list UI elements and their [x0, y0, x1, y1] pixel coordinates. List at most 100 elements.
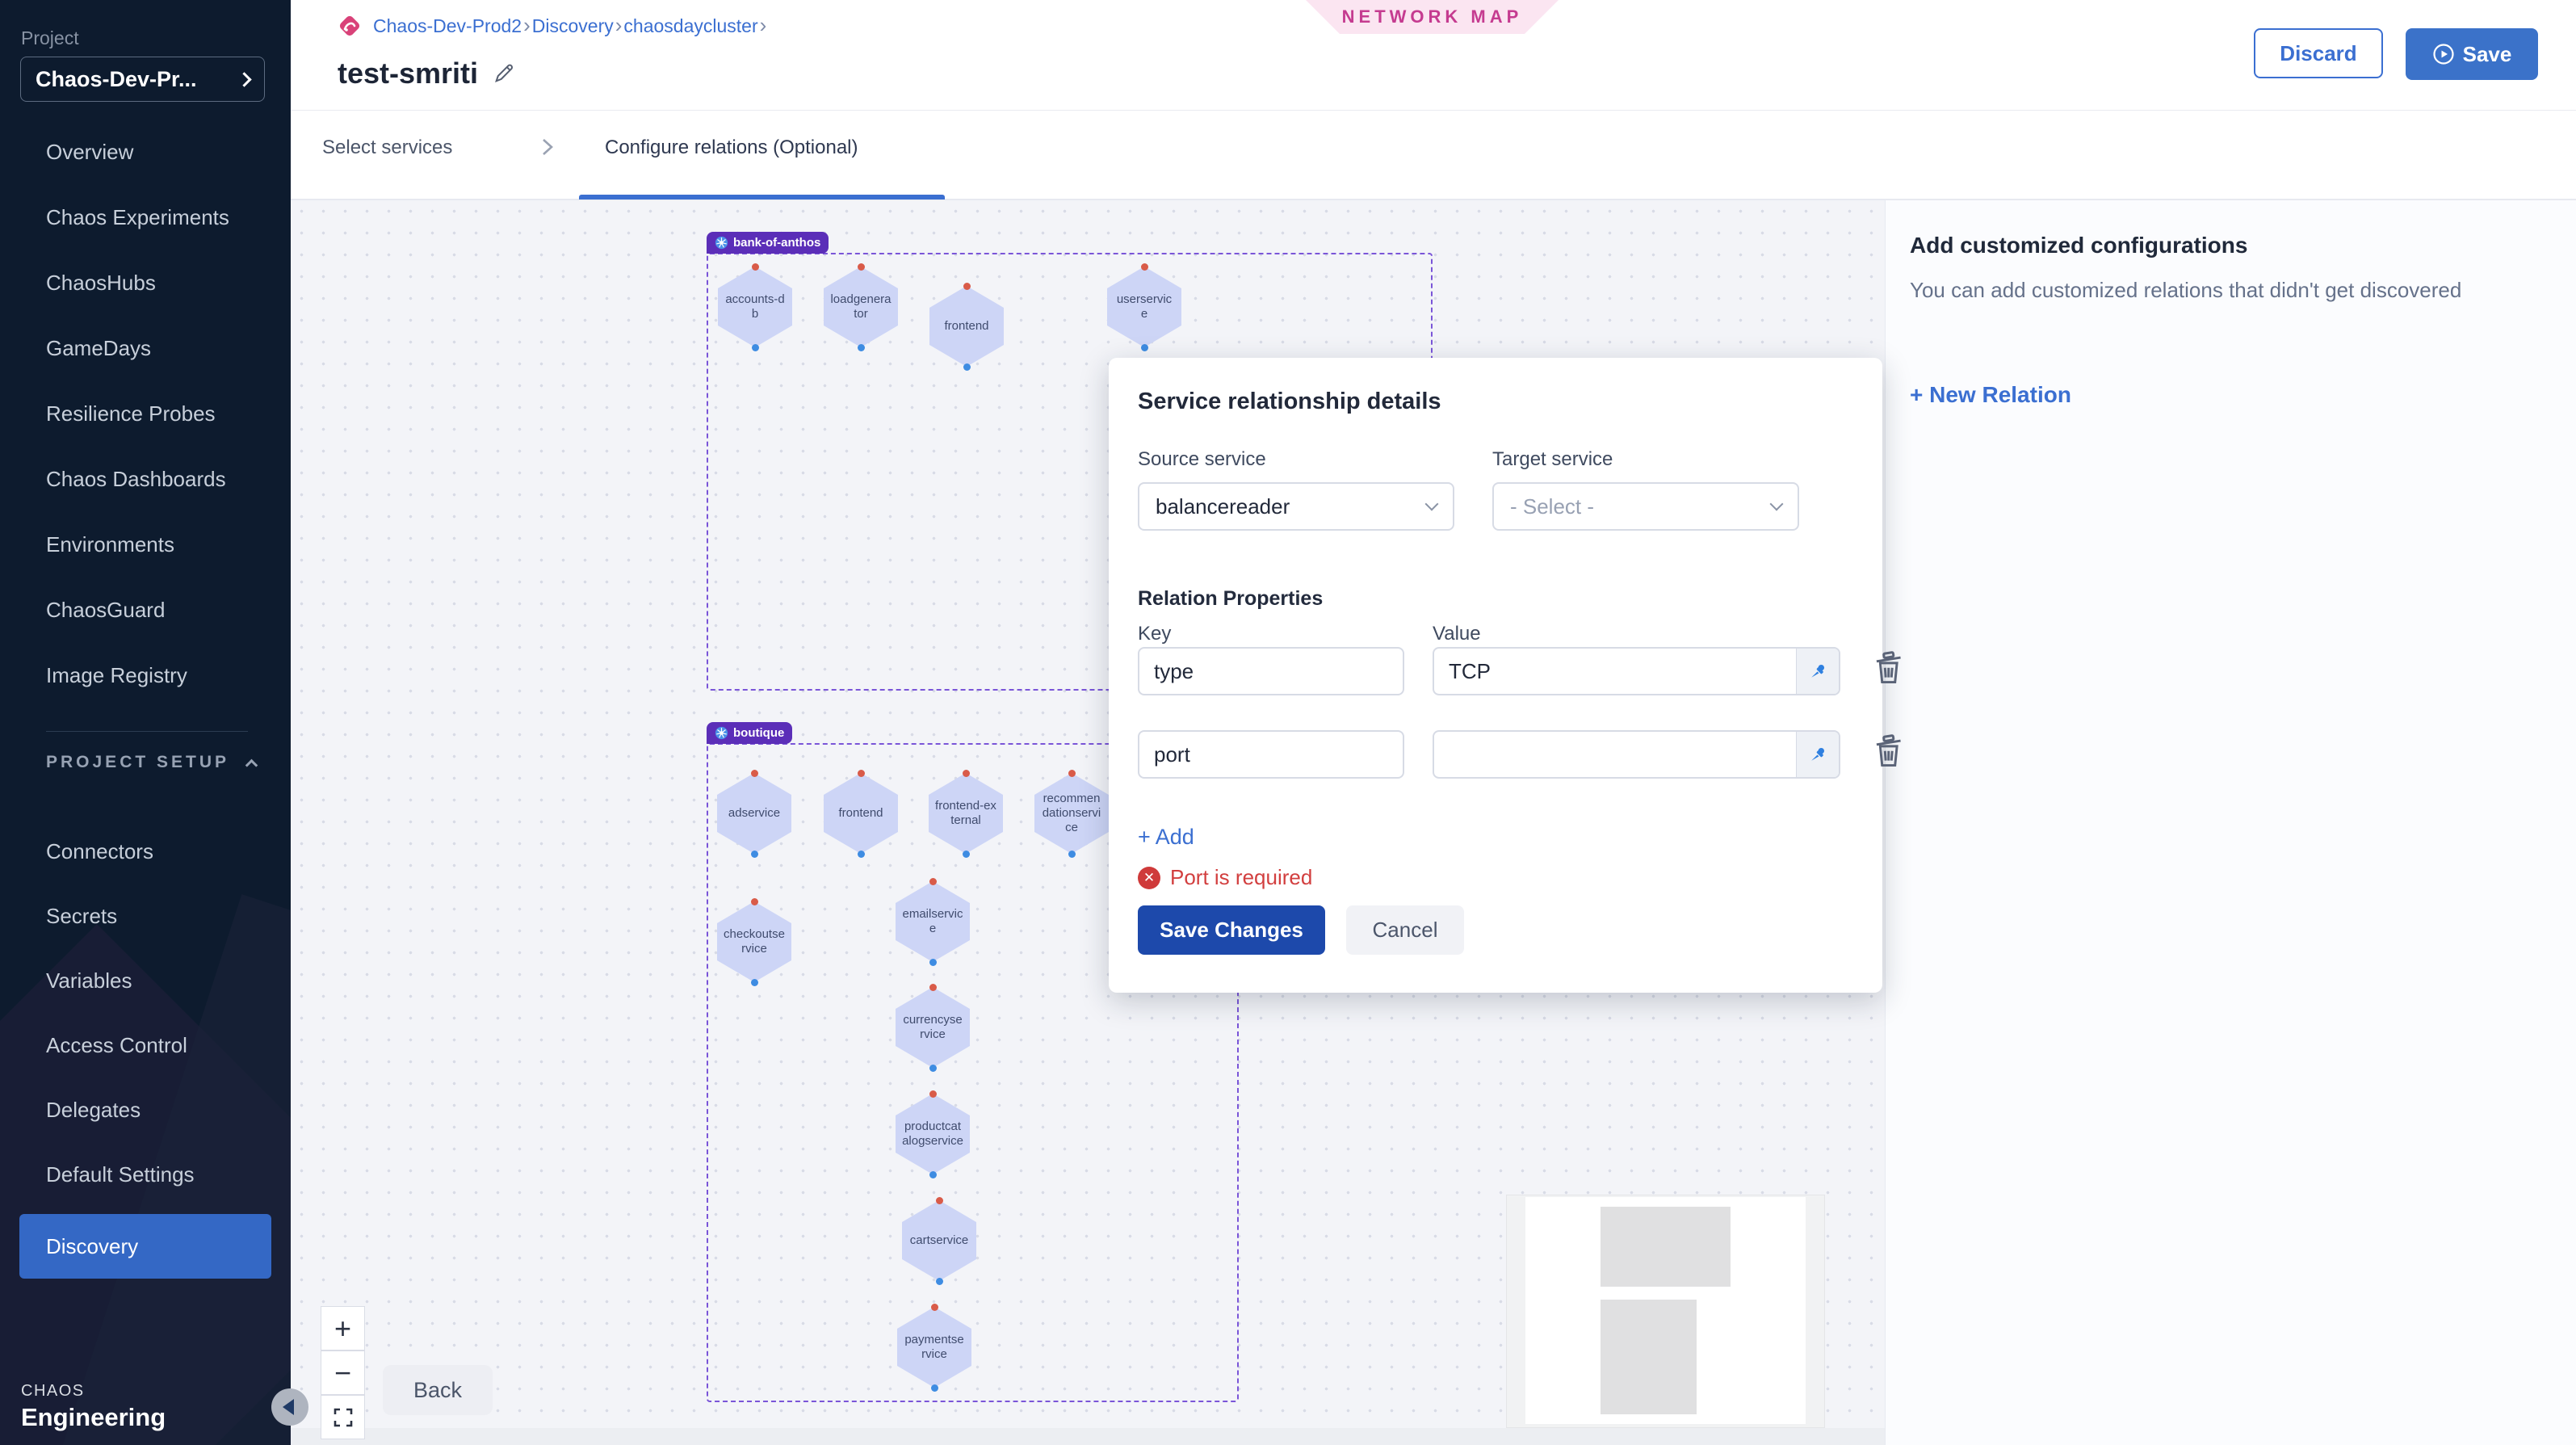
pin-value-button[interactable] [1796, 732, 1839, 777]
zoom-out-button[interactable]: − [321, 1350, 365, 1395]
property-key-input[interactable] [1138, 730, 1404, 779]
minimap[interactable] [1506, 1195, 1825, 1428]
error-text: Port is required [1170, 865, 1312, 890]
panel-subtitle: You can add customized relations that di… [1910, 278, 2552, 303]
sidebar-item-environments[interactable]: Environments [0, 512, 291, 578]
input-port-dot [751, 770, 758, 777]
validation-error: ✕ Port is required [1138, 865, 1312, 890]
sidebar-item-access-control[interactable]: Access Control [0, 1013, 291, 1077]
pin-value-button[interactable] [1796, 649, 1839, 694]
cluster-badge-boutique[interactable]: boutique [707, 722, 792, 744]
project-selector[interactable]: Chaos-Dev-Pr... [20, 57, 265, 102]
add-property-button[interactable]: + Add [1138, 825, 1194, 850]
project-label: Project [21, 27, 79, 49]
chevron-down-icon [1425, 498, 1439, 511]
input-port-dot [858, 770, 865, 777]
chevron-down-icon [1770, 498, 1784, 511]
input-port-dot [929, 878, 937, 885]
service-node-label: frontend-external [935, 799, 996, 827]
chevron-right-icon [237, 72, 251, 86]
zoom-in-button[interactable]: + [321, 1306, 365, 1350]
project-setup-label: PROJECT SETUP [46, 753, 229, 772]
cluster-badge-bank-of-anthos[interactable]: bank-of-anthos [707, 232, 829, 254]
edit-pencil-icon[interactable] [493, 62, 515, 85]
sidebar-item-delegates[interactable]: Delegates [0, 1077, 291, 1142]
tab-select-services[interactable]: Select services [322, 137, 452, 159]
minimap-cluster-bank-of-anthos [1601, 1207, 1731, 1287]
relation-edges [291, 200, 533, 321]
target-service-placeholder: - Select - [1510, 494, 1772, 519]
input-port-dot [929, 1090, 937, 1098]
active-tab-underline [579, 195, 945, 200]
sidebar-collapse-button[interactable] [271, 1388, 308, 1426]
product-logo: CHAOS Engineering [21, 1382, 166, 1432]
service-node-label: cartservice [910, 1233, 969, 1248]
delete-relation-property-button[interactable] [1872, 734, 1904, 771]
sidebar-item-resilience-probes[interactable]: Resilience Probes [0, 381, 291, 447]
sidebar-item-secrets[interactable]: Secrets [0, 884, 291, 948]
cluster-name: boutique [733, 726, 784, 740]
sidebar-item-gamedays[interactable]: GameDays [0, 316, 291, 381]
service-node-label: checkoutservice [724, 927, 785, 956]
delete-relation-property-button[interactable] [1872, 651, 1904, 688]
breadcrumb-link-chaos-dev-prod2[interactable]: Chaos-Dev-Prod2 [373, 15, 522, 36]
new-relation-button[interactable]: + New Relation [1910, 382, 2552, 408]
sidebar-item-chaos-experiments[interactable]: Chaos Experiments [0, 185, 291, 250]
breadcrumb-link-chaosdaycluster[interactable]: chaosdaycluster [623, 15, 757, 36]
input-port-dot [963, 770, 970, 777]
service-node-label: paymentservice [904, 1333, 965, 1361]
breadcrumb: Chaos-Dev-Prod2›Discovery›chaosdaycluste… [338, 13, 768, 38]
output-port-dot [1141, 344, 1148, 351]
pushpin-icon [1808, 745, 1827, 764]
save-button[interactable]: Save [2406, 28, 2538, 80]
input-port-dot [858, 263, 865, 271]
chevron-up-icon [245, 758, 258, 771]
discard-button[interactable]: Discard [2254, 28, 2383, 78]
back-button[interactable]: Back [383, 1365, 493, 1415]
sidebar-divider [46, 731, 248, 732]
sidebar-item-default-settings[interactable]: Default Settings [0, 1142, 291, 1207]
sidebar-item-chaos-dashboards[interactable]: Chaos Dashboards [0, 447, 291, 512]
kubernetes-icon [715, 726, 728, 740]
output-port-dot [751, 851, 758, 858]
output-port-dot [963, 851, 970, 858]
sidebar-item-chaosguard[interactable]: ChaosGuard [0, 578, 291, 643]
panel-title: Add customized configurations [1910, 233, 2552, 258]
property-value-input[interactable] [1434, 649, 1789, 694]
output-port-dot [931, 1384, 938, 1392]
target-service-select[interactable]: - Select - [1492, 482, 1799, 531]
input-port-dot [1141, 263, 1148, 271]
sidebar-item-discovery[interactable]: Discovery [19, 1214, 271, 1279]
sidebar-item-variables[interactable]: Variables [0, 948, 291, 1013]
service-node-label: loadgenerator [830, 292, 892, 321]
canvas-bottom-strip [291, 1428, 1885, 1445]
cancel-button[interactable]: Cancel [1346, 905, 1464, 955]
output-port-dot [963, 363, 971, 371]
sidebar-item-chaoshubs[interactable]: ChaosHubs [0, 250, 291, 316]
input-port-dot [751, 898, 758, 905]
tab-configure-relations[interactable]: Configure relations (Optional) [605, 137, 858, 159]
sidebar-item-image-registry[interactable]: Image Registry [0, 643, 291, 708]
service-node-label: frontend [944, 319, 988, 334]
source-service-select[interactable]: balancereader [1138, 482, 1454, 531]
breadcrumb-link-discovery[interactable]: Discovery [532, 15, 614, 36]
save-changes-button[interactable]: Save Changes [1138, 905, 1325, 955]
fit-view-icon [333, 1407, 354, 1428]
pushpin-icon [1808, 662, 1827, 681]
property-value-field [1433, 730, 1840, 779]
input-port-dot [752, 263, 759, 271]
output-port-dot [929, 1171, 937, 1178]
trash-icon [1872, 651, 1904, 688]
project-setup-section-header[interactable]: PROJECT SETUP [46, 753, 256, 772]
sidebar: Project Chaos-Dev-Pr... OverviewChaos Ex… [0, 0, 291, 1445]
service-node-label: recommendationservice [1041, 792, 1102, 834]
input-port-dot [1068, 770, 1076, 777]
fit-view-button[interactable] [321, 1395, 365, 1439]
sidebar-item-connectors[interactable]: Connectors [0, 819, 291, 884]
property-value-input[interactable] [1434, 732, 1789, 777]
relation-property-row [1138, 730, 1840, 779]
sidebar-item-overview[interactable]: Overview [0, 120, 291, 185]
property-key-input[interactable] [1138, 647, 1404, 695]
page-header: Chaos-Dev-Prod2›Discovery›chaosdaycluste… [291, 0, 2576, 200]
breadcrumb-separator: › [758, 13, 769, 37]
